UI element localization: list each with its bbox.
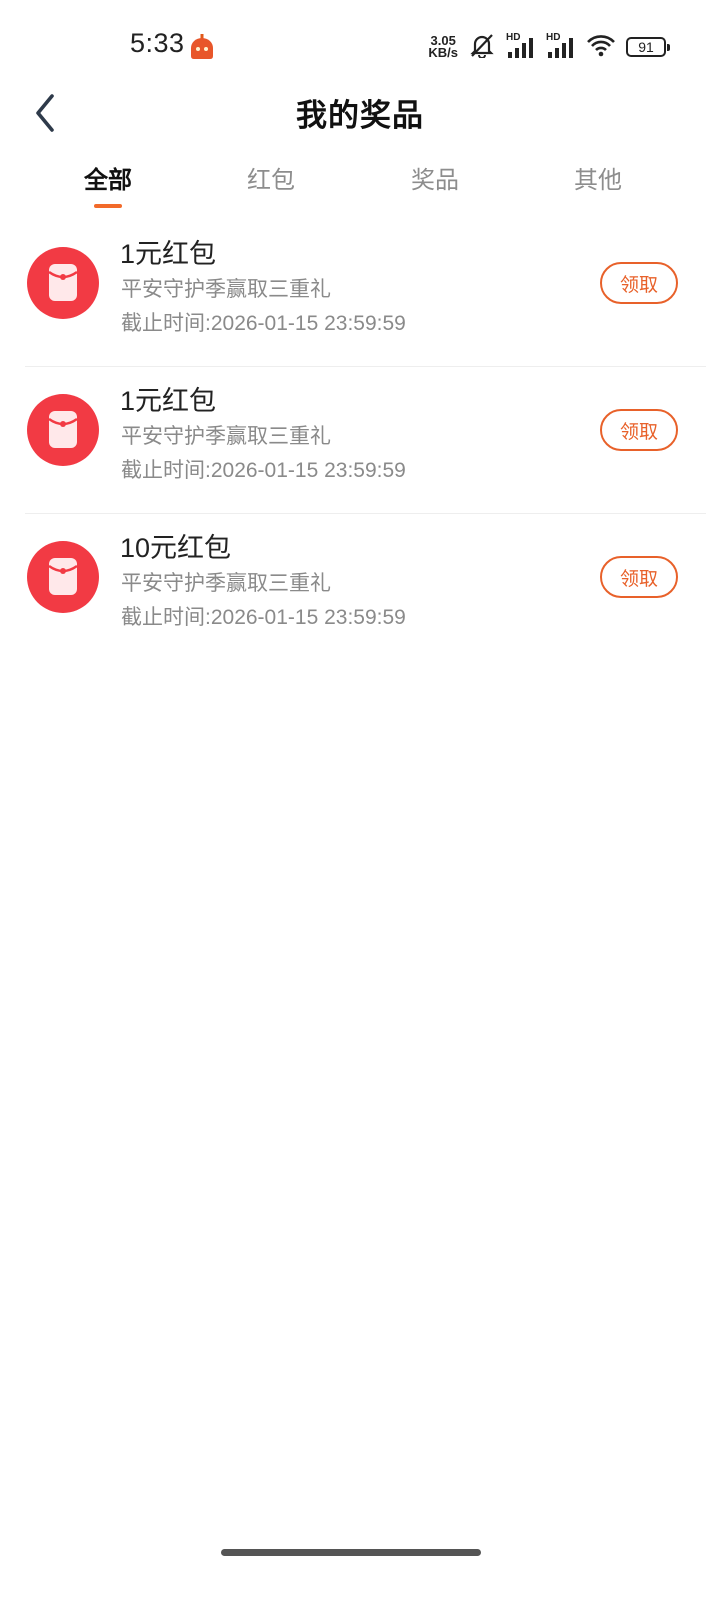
prize-description: 平安守护季赢取三重礼: [121, 572, 331, 595]
prize-deadline: 截止时间:2026-01-15 23:59:59: [121, 459, 406, 482]
list-item: 1元红包 平安守护季赢取三重礼 截止时间:2026-01-15 23:59:59…: [0, 220, 720, 367]
prize-description: 平安守护季赢取三重礼: [121, 278, 331, 301]
prize-deadline: 截止时间:2026-01-15 23:59:59: [121, 606, 406, 629]
prize-deadline: 截止时间:2026-01-15 23:59:59: [121, 312, 406, 335]
header: 我的奖品: [0, 80, 720, 140]
list-item: 1元红包 平安守护季赢取三重礼 截止时间:2026-01-15 23:59:59…: [0, 367, 720, 514]
status-time: 5:33: [130, 28, 185, 58]
mute-bell-icon: [468, 32, 496, 63]
claim-button[interactable]: 领取: [600, 262, 678, 304]
tab-red-envelope[interactable]: 红包: [211, 160, 331, 195]
tab-all[interactable]: 全部: [48, 160, 168, 208]
prize-list: 1元红包 平安守护季赢取三重礼 截止时间:2026-01-15 23:59:59…: [0, 220, 720, 661]
claim-button[interactable]: 领取: [600, 556, 678, 598]
status-icons: 3.05 KB/s HD HD 91: [428, 32, 670, 63]
tab-label: 奖品: [411, 167, 459, 194]
list-item: 10元红包 平安守护季赢取三重礼 截止时间:2026-01-15 23:59:5…: [0, 514, 720, 661]
red-envelope-icon: [27, 541, 99, 613]
tab-label: 其他: [574, 167, 622, 194]
tab-other[interactable]: 其他: [538, 160, 658, 195]
red-envelope-icon: [27, 247, 99, 319]
red-envelope-icon: [27, 394, 99, 466]
signal-icon: HD: [546, 32, 576, 60]
battery-level: 91: [638, 39, 654, 55]
signal-icon: HD: [506, 32, 536, 60]
tab-label: 全部: [84, 167, 132, 194]
claim-button[interactable]: 领取: [600, 409, 678, 451]
battery-icon: 91: [626, 37, 670, 57]
tab-label: 红包: [247, 167, 295, 194]
page-title: 我的奖品: [296, 98, 424, 133]
net-speed-unit: KB/s: [428, 45, 458, 60]
prize-name: 1元红包: [120, 239, 217, 269]
tab-active-indicator: [94, 204, 122, 208]
prize-name: 10元红包: [120, 533, 232, 563]
tab-bar: 全部 红包 奖品 其他: [0, 160, 720, 216]
prize-description: 平安守护季赢取三重礼: [121, 425, 331, 448]
prize-name: 1元红包: [120, 386, 217, 416]
wifi-icon: [586, 33, 616, 62]
tab-prizes[interactable]: 奖品: [375, 160, 495, 195]
net-speed: 3.05 KB/s: [428, 34, 458, 60]
robot-app-icon: [189, 34, 215, 60]
status-bar: 5:33 3.05 KB/s HD HD 91: [0, 0, 720, 90]
home-indicator[interactable]: [221, 1549, 481, 1556]
